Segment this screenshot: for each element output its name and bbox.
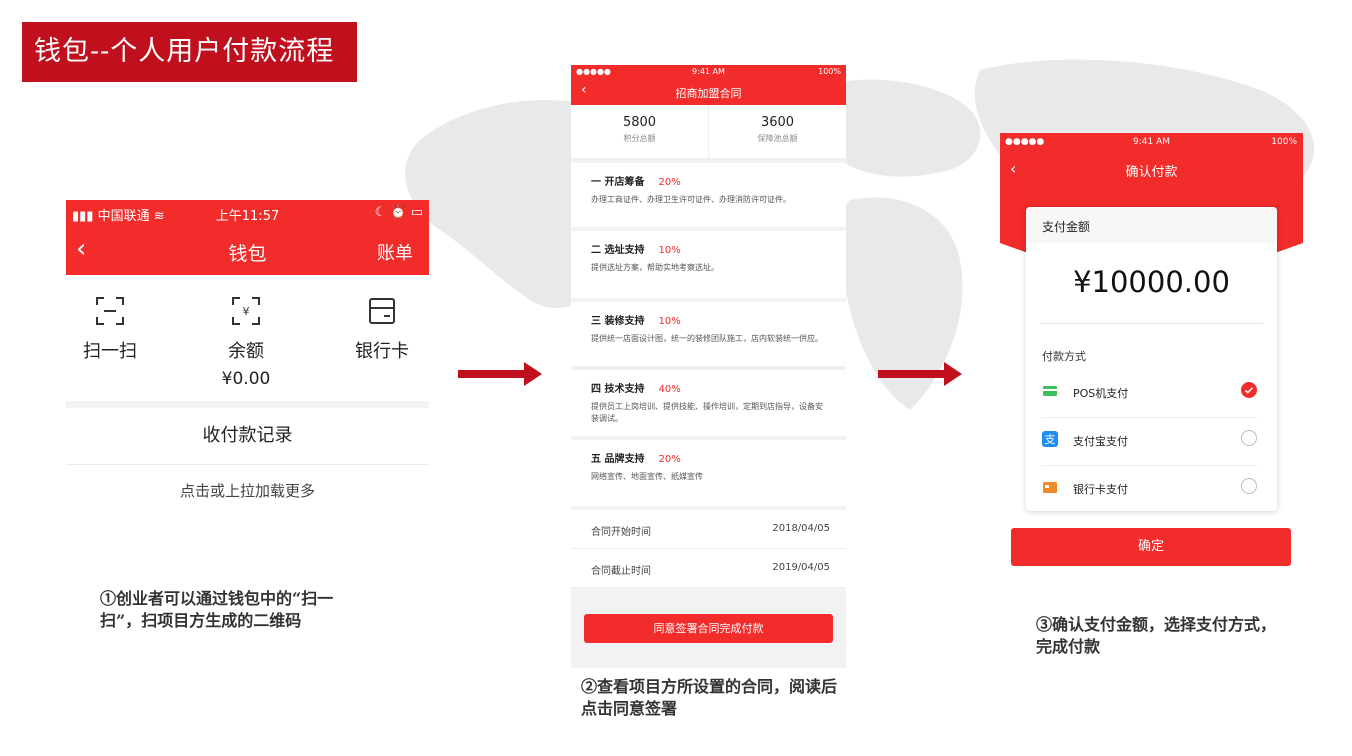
totals-panel: 5800 积分总额 3600 保障池总额 <box>571 105 846 159</box>
balance-amount: ¥0.00 <box>221 369 271 389</box>
section-name: 四 技术支持 <box>591 384 645 395</box>
contract-section: 一 开店筹备 20% 办理工商证件、办理卫生许可证件、办理消防许可证件。 <box>571 163 846 227</box>
scan-label: 扫一扫 <box>83 341 137 362</box>
balance-label: 余额 <box>228 341 264 362</box>
battery-icon: 100% <box>818 67 841 76</box>
section-desc: 网络宣传、地面宣传、纸媒宣传 <box>591 472 703 481</box>
contract-end-row: 合同截止时间 2019/04/05 <box>571 549 846 588</box>
svg-text:支: 支 <box>1045 433 1056 446</box>
bank-card-icon <box>1043 482 1057 493</box>
nav-bar: ‹ 钱包 账单 <box>66 226 429 275</box>
divider <box>1040 323 1263 324</box>
section-name: 一 开店筹备 <box>591 177 645 188</box>
section-percent: 10% <box>658 316 681 327</box>
guarantee-total-label: 保障池总额 <box>757 134 798 143</box>
payment-amount: ¥10000.00 <box>1073 265 1230 299</box>
records-row[interactable]: 收付款记录 <box>66 408 429 465</box>
caption-step-1: ①创业者可以通过钱包中的“扫一扫”，扫项目方生成的二维码 <box>100 589 334 630</box>
option-label: 支付宝支付 <box>1073 435 1128 448</box>
caption-step-2: ②查看项目方所设置的合同，阅读后点击同意签署 <box>581 677 838 718</box>
wallet-screen: ▮▮▮ 中国联通 ≋ 上午11:57 ☾ ⏰ ▭ ‹ 钱包 账单 扫一扫 ¥ 余… <box>66 200 429 520</box>
alipay-icon: 支 <box>1042 431 1058 447</box>
section-name: 三 装修支持 <box>591 316 645 327</box>
sign-contract-button[interactable]: 同意签署合同完成付款 <box>584 614 833 643</box>
points-total-label: 积分总额 <box>623 134 656 143</box>
section-percent: 40% <box>658 384 681 395</box>
payment-option-bank-card[interactable]: 银行卡支付 <box>1042 465 1257 513</box>
confirm-button[interactable]: 确定 <box>1011 528 1291 566</box>
guarantee-total: 3600 保障池总额 <box>709 115 846 144</box>
balance-button[interactable]: ¥ 余额 ¥0.00 <box>196 295 296 389</box>
contract-screen: ●●●●● 9:41 AM 100% ‹ 招商加盟合同 5800 积分总额 36… <box>571 65 846 668</box>
page-title: 钱包 <box>228 243 267 265</box>
caption-step-3: ③确认支付金额，选择支付方式，完成付款 <box>1036 615 1277 656</box>
arrow-right-icon <box>878 362 962 386</box>
status-time: 9:41 AM <box>1133 137 1170 147</box>
battery-icon: ☾ ⏰ ▭ <box>374 205 423 220</box>
scan-button[interactable]: 扫一扫 <box>66 295 160 363</box>
section-percent: 10% <box>658 245 681 256</box>
status-time: 9:41 AM <box>692 67 725 76</box>
guarantee-total-value: 3600 <box>760 115 795 130</box>
contract-section: 三 装修支持 10% 提供统一店面设计图，统一的装修团队施工，店内软装统一供应。 <box>571 302 846 366</box>
scan-icon <box>96 297 124 325</box>
points-total-value: 5800 <box>622 115 657 130</box>
arrow-right-icon <box>458 362 542 386</box>
payment-screen: ●●●●● 9:41 AM 100% ‹ 确认付款 支付金额 ¥10000.00… <box>1000 133 1303 573</box>
load-more-link[interactable]: 点击或上拉加载更多 <box>66 465 429 520</box>
contract-section: 五 品牌支持 20% 网络宣传、地面宣传、纸媒宣传 <box>571 440 846 506</box>
points-total: 5800 积分总额 <box>571 115 708 144</box>
bank-card-label: 银行卡 <box>355 341 409 362</box>
yuan-icon: ¥ <box>232 297 260 325</box>
start-date-label: 合同开始时间 <box>591 527 651 538</box>
nav-bar: ‹ 招商加盟合同 <box>571 79 846 105</box>
end-date-label: 合同截止时间 <box>591 566 651 577</box>
radio-unchecked-icon[interactable] <box>1241 430 1257 446</box>
contract-start-row: 合同开始时间 2018/04/05 <box>571 510 846 549</box>
start-date-value: 2018/04/05 <box>772 523 830 534</box>
page-title: 招商加盟合同 <box>675 87 742 100</box>
slide-title: 钱包--个人用户付款流程 <box>22 22 357 82</box>
pos-icon <box>1043 386 1057 396</box>
bill-button[interactable]: 账单 <box>377 239 413 265</box>
wallet-grid: 扫一扫 ¥ 余额 ¥0.00 银行卡 <box>66 275 429 401</box>
section-name: 五 品牌支持 <box>591 454 645 465</box>
payment-option-pos[interactable]: POS机支付 <box>1042 369 1257 418</box>
status-bar: ●●●●● 9:41 AM 100% <box>571 65 846 79</box>
radio-checked-icon[interactable] <box>1241 382 1257 398</box>
radio-unchecked-icon[interactable] <box>1241 478 1257 494</box>
status-bar: ▮▮▮ 中国联通 ≋ 上午11:57 ☾ ⏰ ▭ <box>66 200 429 226</box>
section-name: 二 选址支持 <box>591 245 645 256</box>
amount-label: 支付金额 <box>1042 220 1091 234</box>
option-label: 银行卡支付 <box>1073 483 1128 496</box>
svg-text:¥: ¥ <box>243 305 250 318</box>
section-desc: 提供统一店面设计图，统一的装修团队施工，店内软装统一供应。 <box>591 334 823 343</box>
section-percent: 20% <box>658 454 681 465</box>
contract-section: 四 技术支持 40% 提供员工上岗培训、提供技能、操作培训，定期到店指导，设备安装… <box>571 370 846 436</box>
battery-icon: 100% <box>1271 137 1297 147</box>
section-desc: 办理工商证件、办理卫生许可证件、办理消防许可证件。 <box>591 195 791 204</box>
amount-caption: 支付金额 <box>1026 207 1277 243</box>
payment-option-alipay[interactable]: 支 支付宝支付 <box>1042 417 1257 466</box>
section-percent: 20% <box>658 177 681 188</box>
option-label: POS机支付 <box>1073 387 1129 400</box>
method-label: 付款方式 <box>1042 350 1086 363</box>
contract-section: 二 选址支持 10% 提供选址方案，帮助实地考察选址。 <box>571 231 846 298</box>
page-title: 确认付款 <box>1125 165 1178 180</box>
end-date-value: 2019/04/05 <box>772 562 830 573</box>
bank-card-button[interactable]: 银行卡 <box>332 295 429 363</box>
section-desc: 提供员工上岗培训、提供技能、操作培训，定期到店指导，设备安装调试。 <box>591 402 823 423</box>
section-desc: 提供选址方案，帮助实地考察选址。 <box>591 263 719 272</box>
payment-card: 支付金额 ¥10000.00 付款方式 POS机支付 支 支付宝支付 银行卡支付 <box>1026 207 1277 511</box>
card-icon <box>369 298 395 324</box>
